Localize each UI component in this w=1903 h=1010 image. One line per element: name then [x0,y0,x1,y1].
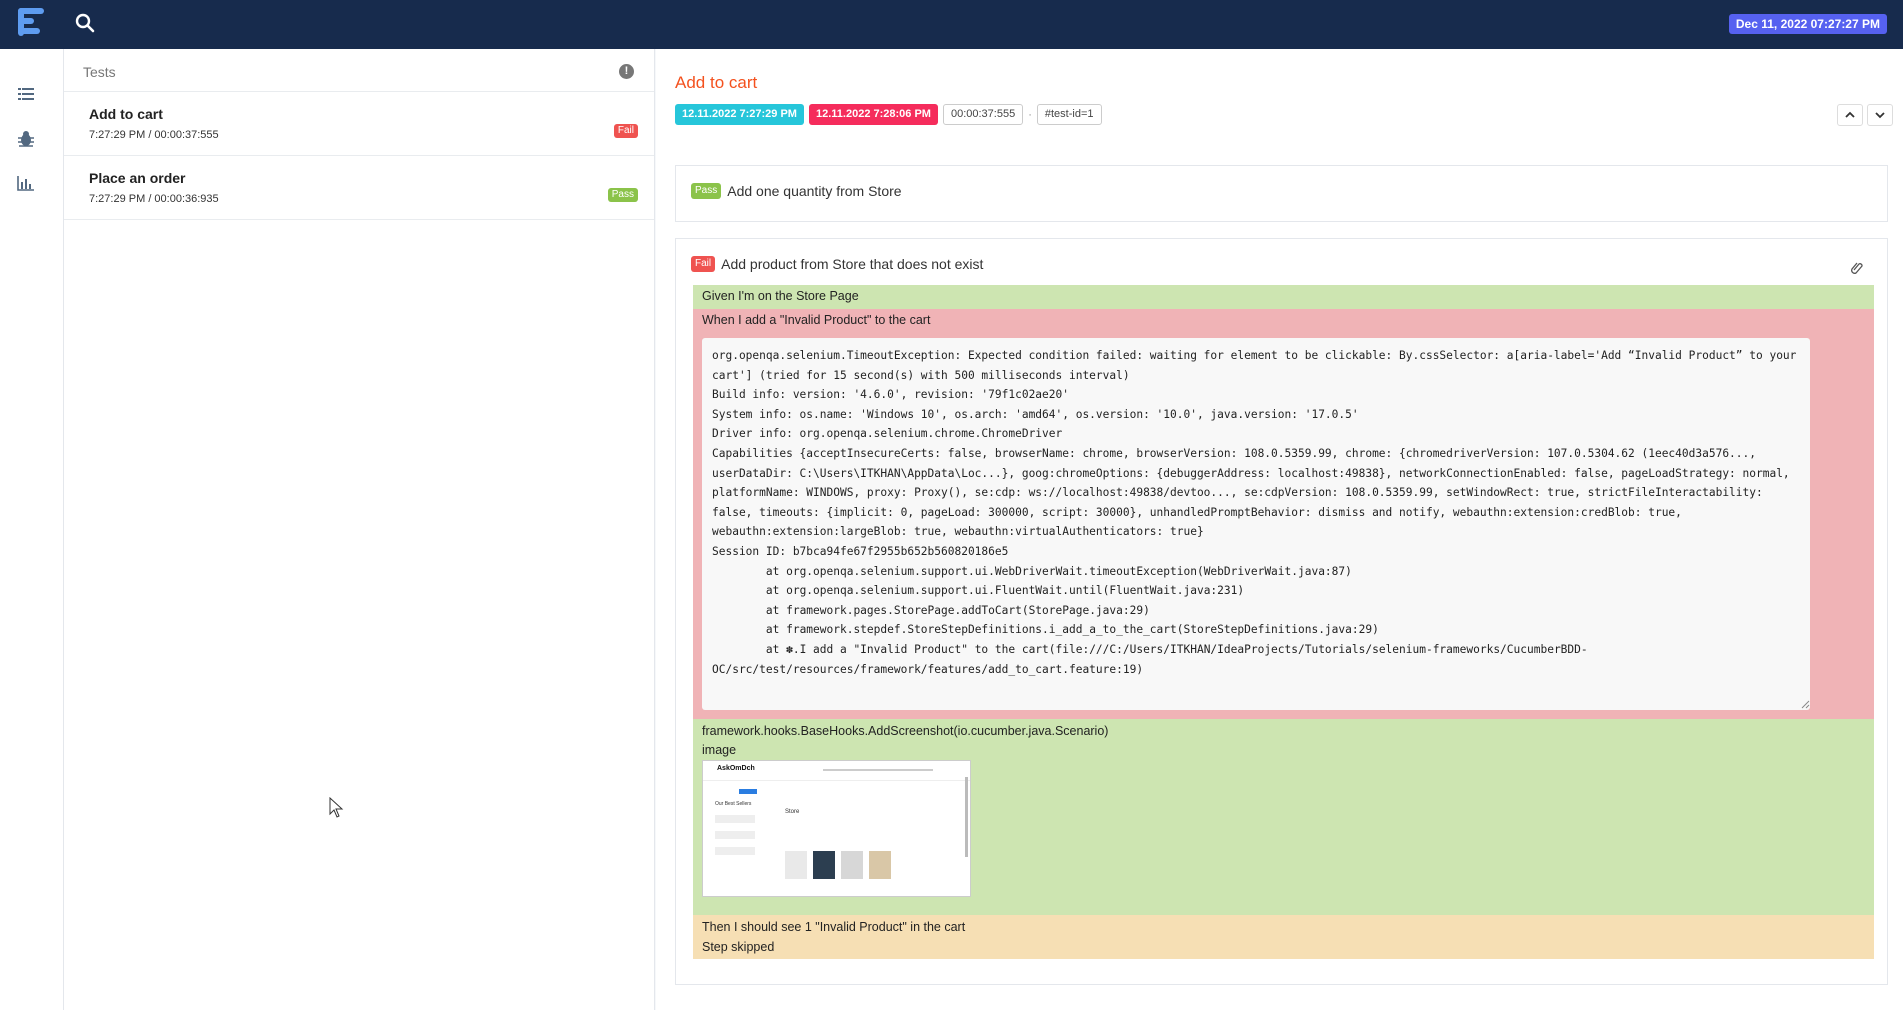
screenshot-brand: AskOmDch [717,765,755,772]
step-text: When I add a "Invalid Product" to the ca… [702,313,931,327]
scenario-header: Pass Add one quantity from Store [691,183,902,199]
chevron-up-icon [1845,111,1855,118]
scenario-header: Fail Add product from Store that does no… [691,256,983,272]
scenario-name: Add one quantity from Store [727,183,902,199]
hook-name: framework.hooks.BaseHooks.AddScreenshot(… [702,724,1109,738]
scenario-name: Add product from Store that does not exi… [721,256,984,272]
test-item-meta: 7:27:29 PM / 00:00:37:555 [89,129,219,141]
paperclip-icon[interactable] [1851,261,1863,275]
screenshot-thumbnail[interactable]: AskOmDch Our Best Sellers Store [702,760,971,897]
list-icon[interactable] [16,84,36,104]
tag-separator: · [1028,108,1032,121]
screenshot-product [785,851,807,879]
screenshot-sidebar-title: Our Best Sellers [715,801,752,807]
status-badge: Fail [691,256,716,272]
hook-label: image [702,743,737,757]
step-given: Given I'm on the Store Page [693,285,1874,309]
tests-panel: Tests ! Add to cart 7:27:29 PM / 00:00:3… [64,49,655,1010]
error-log-textarea[interactable]: org.openqa.selenium.TimeoutException: Ex… [702,338,1810,710]
end-time-tag: 12.11.2022 7:28:06 PM [808,104,938,125]
screenshot-product [813,851,835,879]
bar-chart-icon[interactable] [16,173,36,193]
step-then: Then I should see 1 "Invalid Product" in… [693,915,1874,959]
test-nav [1837,104,1893,126]
search-icon[interactable] [74,12,96,34]
test-id-tag[interactable]: #test-id=1 [1036,104,1102,125]
report-date-badge: Dec 11, 2022 07:27:27 PM [1728,14,1887,34]
resize-grip-icon[interactable] [1800,699,1810,709]
test-item-place-an-order[interactable]: Place an order 7:27:29 PM / 00:00:36:935… [64,156,654,220]
top-bar: Dec 11, 2022 07:27:27 PM [0,0,1903,49]
step-hook: framework.hooks.BaseHooks.AddScreenshot(… [693,719,1874,915]
screenshot-sidebar-item [715,815,755,823]
screenshot-sidebar-item [715,847,755,855]
bug-icon[interactable] [16,129,36,149]
nav-rail [0,49,64,1010]
screenshot-scrollbar [965,777,968,857]
scenario-card: Fail Add product from Store that does no… [675,238,1888,985]
start-time-tag: 12.11.2022 7:27:29 PM [675,104,804,125]
next-test-button[interactable] [1867,104,1893,126]
mouse-cursor-icon [329,797,344,818]
step-status: Step skipped [702,940,775,954]
test-item-name: Add to cart [89,106,163,122]
test-item-meta: 7:27:29 PM / 00:00:36:935 [89,193,219,205]
screenshot-heading: Store [785,809,800,815]
info-icon[interactable]: ! [619,64,634,79]
status-badge: Pass [691,183,722,199]
screenshot-button [739,789,757,794]
screenshot-nav [823,769,933,771]
tests-panel-header: Tests ! [64,49,654,92]
duration-tag: 00:00:37:555 [942,104,1024,125]
scenario-card[interactable]: Pass Add one quantity from Store [675,165,1888,222]
test-title: Add to cart [675,73,758,92]
screenshot-header: AskOmDch [703,761,970,781]
status-badge: Pass [607,188,638,202]
test-tags: 12.11.2022 7:27:29 PM 12.11.2022 7:28:06… [675,104,1102,125]
test-detail-panel: Add to cart 12.11.2022 7:27:29 PM 12.11.… [656,49,1903,1010]
previous-test-button[interactable] [1837,104,1863,126]
screenshot-sidebar-item [715,831,755,839]
logo-icon[interactable] [14,4,46,42]
step-text: Then I should see 1 "Invalid Product" in… [702,920,966,934]
test-item-name: Place an order [89,170,186,186]
tests-panel-title: Tests [83,64,116,80]
status-badge: Fail [613,124,638,138]
step-text: Given I'm on the Store Page [702,289,859,303]
chevron-down-icon [1875,112,1885,119]
step-when: When I add a "Invalid Product" to the ca… [693,309,1874,719]
test-item-add-to-cart[interactable]: Add to cart 7:27:29 PM / 00:00:37:555 Fa… [64,92,654,156]
screenshot-product [841,851,863,879]
screenshot-product [869,851,891,879]
